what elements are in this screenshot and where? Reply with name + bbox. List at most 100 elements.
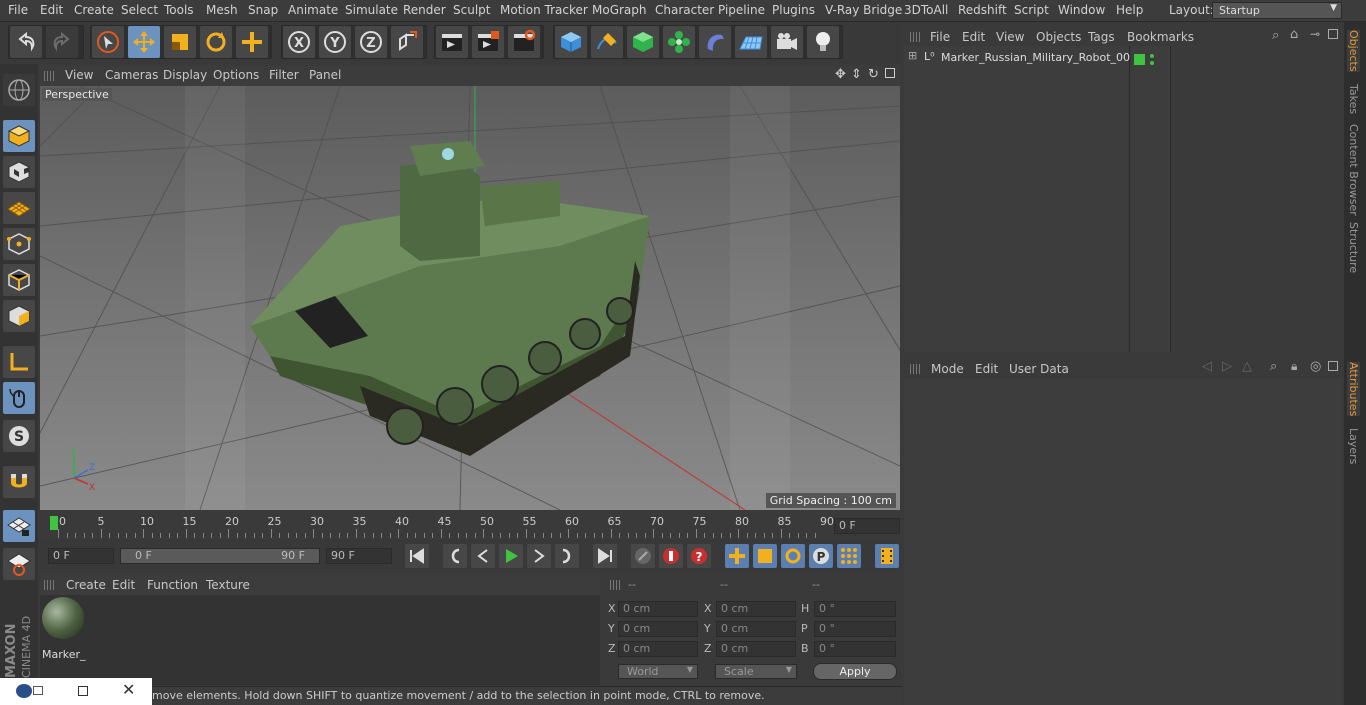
solo-button[interactable]: S <box>3 420 35 452</box>
autokey-button[interactable]: ? <box>687 544 711 568</box>
material-swatch[interactable]: Marker_ <box>42 597 86 661</box>
objects-menu-tags[interactable]: Tags <box>1088 30 1115 44</box>
coord-value-field[interactable]: 0 cm <box>618 641 698 657</box>
key-scale-button[interactable] <box>753 544 777 568</box>
light-button[interactable] <box>807 26 839 58</box>
up-arrow-icon[interactable]: △ <box>1242 359 1252 374</box>
maximize-view-icon[interactable] <box>885 68 895 78</box>
motion-record-button[interactable] <box>631 544 655 568</box>
deformer-button[interactable] <box>699 26 731 58</box>
frame-range-slider[interactable]: 0 F 90 F <box>120 548 320 564</box>
viewport-menu-options[interactable]: Options <box>213 68 259 82</box>
menu-motion-tracker[interactable]: Motion Tracker <box>500 3 588 17</box>
model-mode-button[interactable] <box>3 120 35 152</box>
new-window-icon[interactable] <box>1328 29 1338 39</box>
key-position-button[interactable] <box>725 544 749 568</box>
tab-objects[interactable]: Objects <box>1347 30 1360 72</box>
editor-visibility-dot[interactable] <box>1150 54 1154 58</box>
timeline-ruler[interactable]: 0 5 10 15 20 25 30 35 40 45 50 55 60 65 70 75 80 85 90 0 F <box>40 512 900 540</box>
key-pla-button[interactable] <box>837 544 861 568</box>
material-menu-edit[interactable]: Edit <box>112 578 135 592</box>
menu-window[interactable]: Window <box>1058 3 1105 17</box>
attributes-menu-mode[interactable]: Mode <box>931 362 964 376</box>
zoom-view-icon[interactable]: ⇕ <box>851 67 862 82</box>
coord-value-field[interactable]: 0 cm <box>716 601 796 617</box>
panel-grip-icon[interactable] <box>910 32 920 42</box>
menu-redshift[interactable]: Redshift <box>958 3 1007 17</box>
menu-simulate[interactable]: Simulate <box>345 3 398 17</box>
menu-render[interactable]: Render <box>403 3 446 17</box>
new-window-icon[interactable] <box>1328 361 1338 371</box>
menu-file[interactable]: File <box>8 3 28 17</box>
x-axis-button[interactable]: X <box>283 26 315 58</box>
back-arrow-icon[interactable]: ◁ <box>1202 359 1212 374</box>
tab-structure[interactable]: Structure <box>1347 222 1360 273</box>
panel-grip-icon[interactable] <box>44 71 54 81</box>
tab-attributes[interactable]: Attributes <box>1347 362 1360 417</box>
coordinate-mode-dropdown[interactable]: World ▼ <box>618 664 698 679</box>
play-button[interactable] <box>499 544 523 568</box>
locked-workplane-button[interactable] <box>3 548 35 580</box>
perspective-viewport[interactable]: Y Z X Perspective Grid Spacing : 100 cm <box>40 86 900 510</box>
menu-mesh[interactable]: Mesh <box>206 3 238 17</box>
record-button[interactable] <box>659 544 683 568</box>
viewport-menu-panel[interactable]: Panel <box>309 68 341 82</box>
coord-value-field[interactable]: 0 cm <box>618 621 698 637</box>
end-frame-field[interactable]: 90 F <box>326 548 392 564</box>
cinema4d-app-icon[interactable] <box>16 684 32 698</box>
menu-3dtoall[interactable]: 3DToAll <box>904 3 948 17</box>
size-mode-dropdown[interactable]: Scale ▼ <box>715 664 797 679</box>
menu-script[interactable]: Script <box>1014 3 1049 17</box>
home-icon[interactable]: ⌂ <box>1290 27 1298 42</box>
coord-value-field[interactable]: 0 ° <box>814 601 896 617</box>
menu-mograph[interactable]: MoGraph <box>592 3 647 17</box>
points-mode-button[interactable] <box>3 228 35 260</box>
coord-value-field[interactable]: 0 ° <box>814 641 896 657</box>
panel-grip-icon[interactable] <box>44 580 54 590</box>
prev-frame-button[interactable] <box>471 544 495 568</box>
camera-button[interactable] <box>771 26 803 58</box>
forward-arrow-icon[interactable]: ▷ <box>1222 359 1232 374</box>
scale-tool-button[interactable] <box>164 26 196 58</box>
redo-button[interactable] <box>46 26 78 58</box>
prev-key-button[interactable] <box>443 544 467 568</box>
menu-animate[interactable]: Animate <box>288 3 338 17</box>
menu-snap[interactable]: Snap <box>248 3 278 17</box>
render-settings-button[interactable] <box>508 26 540 58</box>
attributes-menu-user-data[interactable]: User Data <box>1009 362 1069 376</box>
coord-value-field[interactable]: 0 cm <box>716 641 796 657</box>
object-row[interactable]: ⊞ L⁰ Marker_Russian_Military_Robot_001 <box>904 49 1137 66</box>
spline-pen-button[interactable] <box>591 26 623 58</box>
tab-layers[interactable]: Layers <box>1347 428 1360 464</box>
objects-menu-file[interactable]: File <box>930 30 950 44</box>
move-tool-button[interactable] <box>128 26 160 58</box>
search-icon[interactable]: ⌕ <box>1270 359 1277 374</box>
search-icon[interactable]: ⌕ <box>1272 28 1279 43</box>
polygons-mode-button[interactable] <box>3 300 35 332</box>
menu-vray-bridge[interactable]: V-Ray Bridge <box>825 3 902 17</box>
menu-edit[interactable]: Edit <box>40 3 63 17</box>
live-selection-button[interactable] <box>236 26 268 58</box>
lock-icon[interactable]: 🔒︎ <box>1291 359 1297 374</box>
key-rotation-button[interactable] <box>781 544 805 568</box>
subdivision-surface-button[interactable] <box>627 26 659 58</box>
next-frame-button[interactable] <box>527 544 551 568</box>
objects-menu-objects[interactable]: Objects <box>1036 30 1081 44</box>
viewport-menu-view[interactable]: View <box>65 68 93 82</box>
rotate-view-icon[interactable]: ↻ <box>868 67 879 82</box>
floor-button[interactable] <box>735 26 767 58</box>
cloner-button[interactable] <box>663 26 695 58</box>
panel-grip-icon[interactable] <box>610 580 620 590</box>
material-menu-create[interactable]: Create <box>66 578 106 592</box>
select-tool-button[interactable] <box>92 26 124 58</box>
render-visibility-dot[interactable] <box>1150 61 1154 65</box>
axis-mode-button[interactable] <box>3 346 35 378</box>
menu-sculpt[interactable]: Sculpt <box>453 3 490 17</box>
rotate-tool-button[interactable] <box>200 26 232 58</box>
workplane-mode-button[interactable] <box>3 192 35 224</box>
goto-start-button[interactable] <box>405 544 429 568</box>
render-picture-viewer-button[interactable] <box>472 26 504 58</box>
start-frame-field[interactable]: 0 F <box>48 548 114 564</box>
close-icon[interactable]: ✕ <box>122 680 135 699</box>
coord-value-field[interactable]: 0 cm <box>618 601 698 617</box>
